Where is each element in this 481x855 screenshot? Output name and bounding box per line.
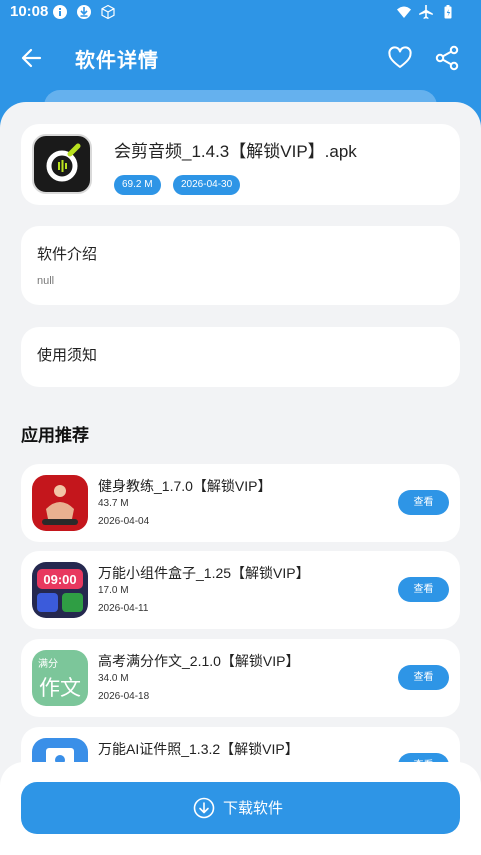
wifi-icon: [396, 4, 412, 20]
item-size: 43.7 M: [98, 498, 129, 509]
view-button[interactable]: 查看: [398, 490, 449, 515]
view-button[interactable]: 查看: [398, 577, 449, 602]
item-size: 34.0 M: [98, 673, 129, 684]
audio-cut-icon: [46, 143, 81, 182]
notice-card[interactable]: 使用须知: [21, 327, 460, 387]
view-button[interactable]: 查看: [398, 665, 449, 690]
status-time: 10:08: [10, 3, 49, 20]
cube-icon: [100, 4, 116, 20]
essay-icon: 满分 作文: [32, 650, 88, 706]
list-item[interactable]: 满分 作文 高考满分作文_2.1.0【解锁VIP】 34.0 M 2026-04…: [21, 639, 460, 717]
arrow-left-icon: [21, 48, 42, 68]
item-date: 2026-04-04: [98, 516, 150, 527]
info-icon: [52, 4, 68, 20]
download-status-icon: [76, 4, 92, 20]
app-bar: 软件详情: [0, 30, 481, 86]
item-name: 健身教练_1.7.0【解锁VIP】: [98, 478, 272, 494]
favorite-button[interactable]: [386, 44, 414, 72]
download-icon: [193, 797, 215, 819]
app-info-card: 会剪音频_1.4.3【解锁VIP】.apk 69.2 M 2026-04-30: [21, 124, 460, 205]
download-label: 下载软件: [223, 799, 284, 817]
fitness-icon: [32, 475, 88, 531]
battery-icon: [440, 4, 456, 20]
heart-icon: [388, 46, 412, 68]
airplane-icon: [418, 4, 434, 20]
essay-small-text: 满分: [38, 658, 58, 670]
download-button[interactable]: 下载软件: [21, 782, 460, 834]
recommend-title: 应用推荐: [21, 426, 89, 446]
intro-heading: 软件介绍: [37, 245, 98, 263]
item-name: 高考满分作文_2.1.0【解锁VIP】: [98, 653, 300, 669]
app-name: 会剪音频_1.4.3【解锁VIP】.apk: [114, 142, 357, 161]
item-name: 万能小组件盒子_1.25【解锁VIP】: [98, 565, 310, 581]
notice-heading: 使用须知: [37, 346, 98, 364]
item-date: 2026-04-18: [98, 691, 150, 702]
widget-time-text: 09:00: [43, 572, 76, 587]
widget-box-icon: 09:00: [32, 562, 88, 618]
date-badge: 2026-04-30: [173, 175, 241, 195]
status-bar: 10:08: [0, 0, 481, 26]
intro-body: null: [37, 275, 55, 287]
bottom-panel: 下载软件: [0, 762, 481, 855]
share-icon: [435, 45, 459, 71]
item-date: 2026-04-11: [98, 603, 149, 614]
page-title: 软件详情: [75, 48, 159, 72]
list-item[interactable]: 健身教练_1.7.0【解锁VIP】 43.7 M 2026-04-04 查看: [21, 464, 460, 542]
list-item[interactable]: 09:00 万能小组件盒子_1.25【解锁VIP】 17.0 M 2026-04…: [21, 551, 460, 629]
back-button[interactable]: [18, 44, 46, 72]
size-badge: 69.2 M: [114, 175, 161, 195]
app-icon: [32, 134, 92, 194]
essay-big-text: 作文: [39, 676, 81, 700]
item-size: 17.0 M: [98, 585, 129, 596]
share-button[interactable]: [433, 44, 461, 72]
intro-card: 软件介绍 null: [21, 226, 460, 305]
item-name: 万能AI证件照_1.3.2【解锁VIP】: [98, 741, 299, 757]
